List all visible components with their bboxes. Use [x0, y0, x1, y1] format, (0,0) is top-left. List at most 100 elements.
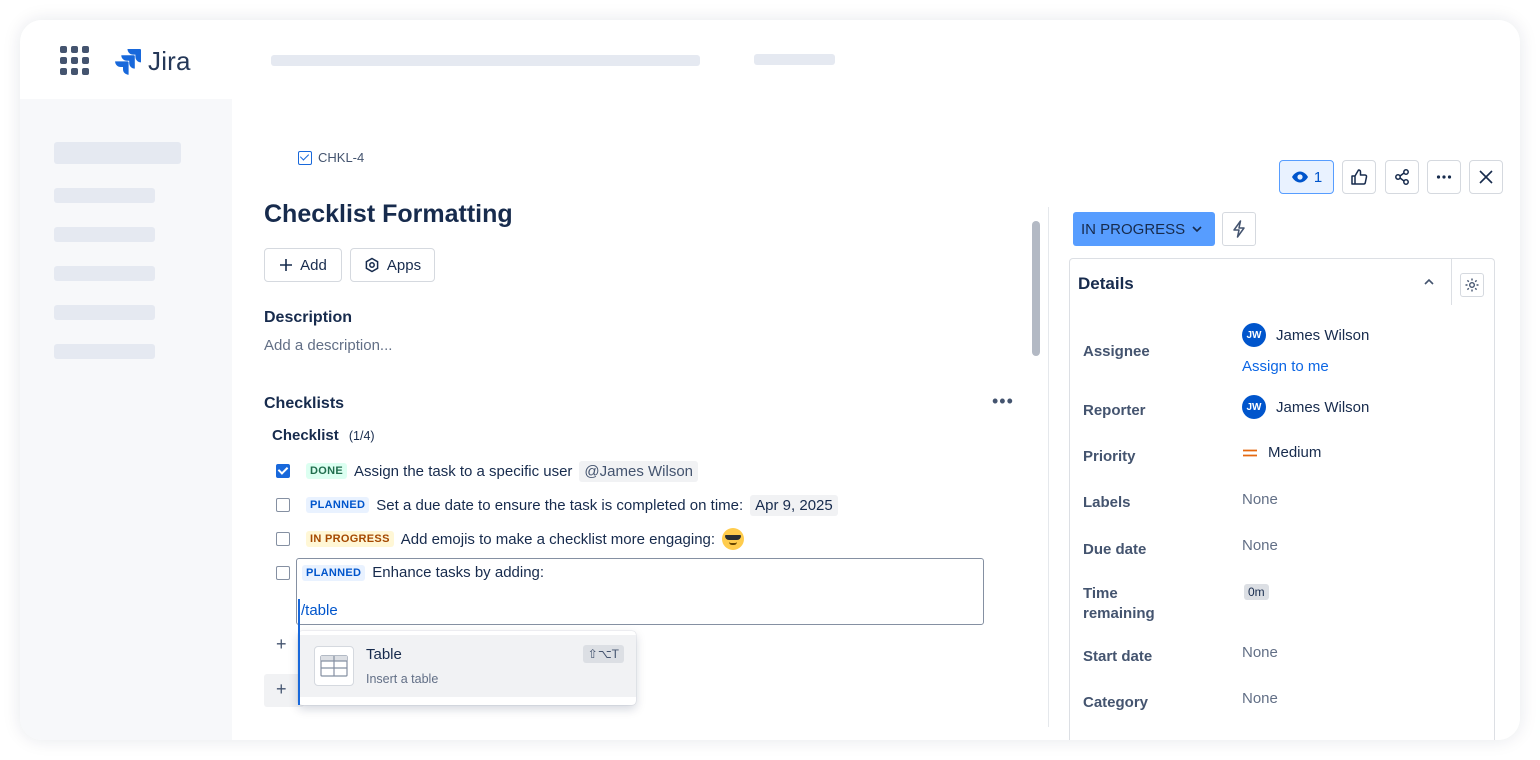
checklist-item: IN PROGRESS Add emojis to make a checkli…: [276, 527, 745, 551]
watch-button[interactable]: 1: [1279, 160, 1334, 194]
thumbs-up-icon: [1351, 169, 1368, 185]
priority-value[interactable]: Medium: [1242, 444, 1321, 461]
checklist-item-text[interactable]: Set a due date to ensure the task is com…: [376, 497, 743, 514]
labels-value[interactable]: None: [1242, 491, 1278, 508]
details-settings-button[interactable]: [1460, 273, 1484, 297]
menu-item-table[interactable]: Table Insert a table ⇧⌥T: [298, 635, 636, 697]
keyboard-shortcut: ⇧⌥T: [582, 645, 624, 663]
category-label: Category: [1083, 694, 1149, 711]
reporter-label: Reporter: [1083, 402, 1146, 419]
sidebar-skeleton-item: [54, 227, 155, 242]
issue-view: CHKL-4 Checklist Formatting Add Apps Des…: [232, 99, 1520, 740]
slash-command-menu: Table Insert a table ⇧⌥T: [298, 631, 636, 705]
status-lozenge[interactable]: PLANNED: [306, 497, 370, 513]
apps-hexagon-icon: [365, 257, 379, 273]
pane-divider: [1048, 207, 1049, 727]
share-icon: [1395, 169, 1409, 185]
checklist-checkbox[interactable]: [276, 498, 290, 512]
checklists-heading: Checklists: [264, 395, 345, 412]
avatar: JW: [1242, 395, 1266, 419]
due-date-value[interactable]: None: [1242, 537, 1278, 554]
labels-label: Labels: [1083, 494, 1131, 511]
sidebar-skeleton-item: [54, 266, 155, 281]
checklist-checkbox[interactable]: [276, 464, 290, 478]
more-options-icon[interactable]: •••: [992, 391, 1014, 412]
priority-medium-icon: [1243, 449, 1257, 456]
time-label-line2: remaining: [1083, 605, 1155, 622]
category-value[interactable]: None: [1242, 690, 1278, 707]
details-heading[interactable]: Details: [1078, 274, 1134, 294]
sidebar-skeleton-item: [54, 188, 155, 203]
plus-icon: [280, 259, 293, 271]
eye-icon: [1291, 171, 1308, 183]
checklist-item-text[interactable]: Assign the task to a specific user: [354, 463, 572, 480]
start-date-value[interactable]: None: [1242, 644, 1278, 661]
add-button-label: Add: [300, 256, 327, 274]
status-lozenge[interactable]: PLANNED: [302, 564, 366, 581]
details-header-divider: [1451, 259, 1452, 305]
gear-icon: [1465, 278, 1479, 292]
nav-skeleton-bar: [754, 54, 835, 65]
scrollbar-thumb[interactable]: [1032, 221, 1040, 356]
checklist-item: DONE Assign the task to a specific user …: [276, 459, 699, 483]
checklist-checkbox[interactable]: [276, 532, 290, 546]
checklist-checkbox[interactable]: [276, 566, 290, 580]
avatar: JW: [1242, 323, 1266, 347]
close-button[interactable]: [1469, 160, 1503, 194]
jira-logo[interactable]: Jira: [114, 46, 191, 76]
slash-command-text: /table: [301, 602, 338, 619]
chevron-down-icon: [1192, 226, 1202, 233]
checklist-item-editor[interactable]: PLANNED Enhance tasks by adding: /table: [296, 558, 984, 625]
task-type-icon: [298, 150, 312, 165]
assignee-value[interactable]: JW James Wilson: [1242, 323, 1369, 347]
chevron-up-icon[interactable]: [1422, 275, 1436, 289]
watch-count: 1: [1313, 168, 1323, 186]
assign-to-me-link[interactable]: Assign to me: [1242, 358, 1329, 375]
lightning-bolt-icon: [1233, 220, 1245, 238]
priority-text: Medium: [1268, 444, 1322, 461]
add-item-plus-icon[interactable]: +: [276, 634, 287, 655]
apps-button-label: Apps: [386, 256, 422, 274]
date-chip[interactable]: Apr 9, 2025: [750, 494, 838, 516]
checklist-item: PLANNED Set a due date to ensure the tas…: [276, 493, 838, 517]
due-date-label: Due date: [1083, 541, 1147, 558]
checklist-name-label: Checklist: [272, 427, 339, 444]
issue-title[interactable]: Checklist Formatting: [264, 200, 513, 229]
automation-button[interactable]: [1222, 212, 1256, 246]
app-window: Jira CHKL-4 Checklist Formatting Add App…: [20, 20, 1520, 740]
sidebar: [20, 99, 232, 740]
table-icon: [314, 646, 354, 686]
jira-logo-text: Jira: [148, 45, 191, 76]
app-switcher-icon[interactable]: [60, 46, 90, 76]
status-dropdown[interactable]: IN PROGRESS: [1073, 212, 1215, 246]
details-panel: Details Assignee JW James Wilson Assign …: [1069, 258, 1495, 740]
time-remaining-value[interactable]: 0m: [1244, 584, 1269, 600]
nav-skeleton-bar: [271, 55, 700, 66]
share-button[interactable]: [1385, 160, 1419, 194]
status-lozenge[interactable]: IN PROGRESS: [306, 531, 394, 547]
status-lozenge[interactable]: DONE: [306, 463, 347, 479]
reporter-value[interactable]: JW James Wilson: [1242, 395, 1369, 419]
start-date-label: Start date: [1083, 648, 1153, 665]
status-label: IN PROGRESS: [1081, 220, 1186, 238]
time-label-line1: Time: [1083, 585, 1118, 602]
checklist-item-text: Enhance tasks by adding:: [372, 564, 545, 581]
issue-key[interactable]: CHKL-4: [298, 150, 364, 165]
like-button[interactable]: [1342, 160, 1376, 194]
priority-label: Priority: [1083, 448, 1136, 465]
description-placeholder[interactable]: Add a description...: [264, 337, 392, 354]
sunglasses-emoji-icon: [722, 528, 745, 550]
assignee-label: Assignee: [1083, 343, 1150, 360]
sidebar-skeleton-item: [54, 142, 181, 164]
checklist-item-text[interactable]: Add emojis to make a checklist more enga…: [401, 531, 715, 548]
apps-button[interactable]: Apps: [350, 248, 435, 282]
menu-focus-indicator: [298, 599, 300, 705]
description-heading: Description: [264, 309, 353, 326]
menu-item-title: Table: [366, 646, 402, 663]
more-actions-button[interactable]: [1427, 160, 1461, 194]
reporter-name: James Wilson: [1276, 398, 1370, 416]
mention-chip[interactable]: @James Wilson: [579, 460, 699, 482]
top-navigation: Jira: [20, 20, 1520, 99]
more-horizontal-icon: [1436, 175, 1452, 179]
add-button[interactable]: Add: [264, 248, 342, 282]
